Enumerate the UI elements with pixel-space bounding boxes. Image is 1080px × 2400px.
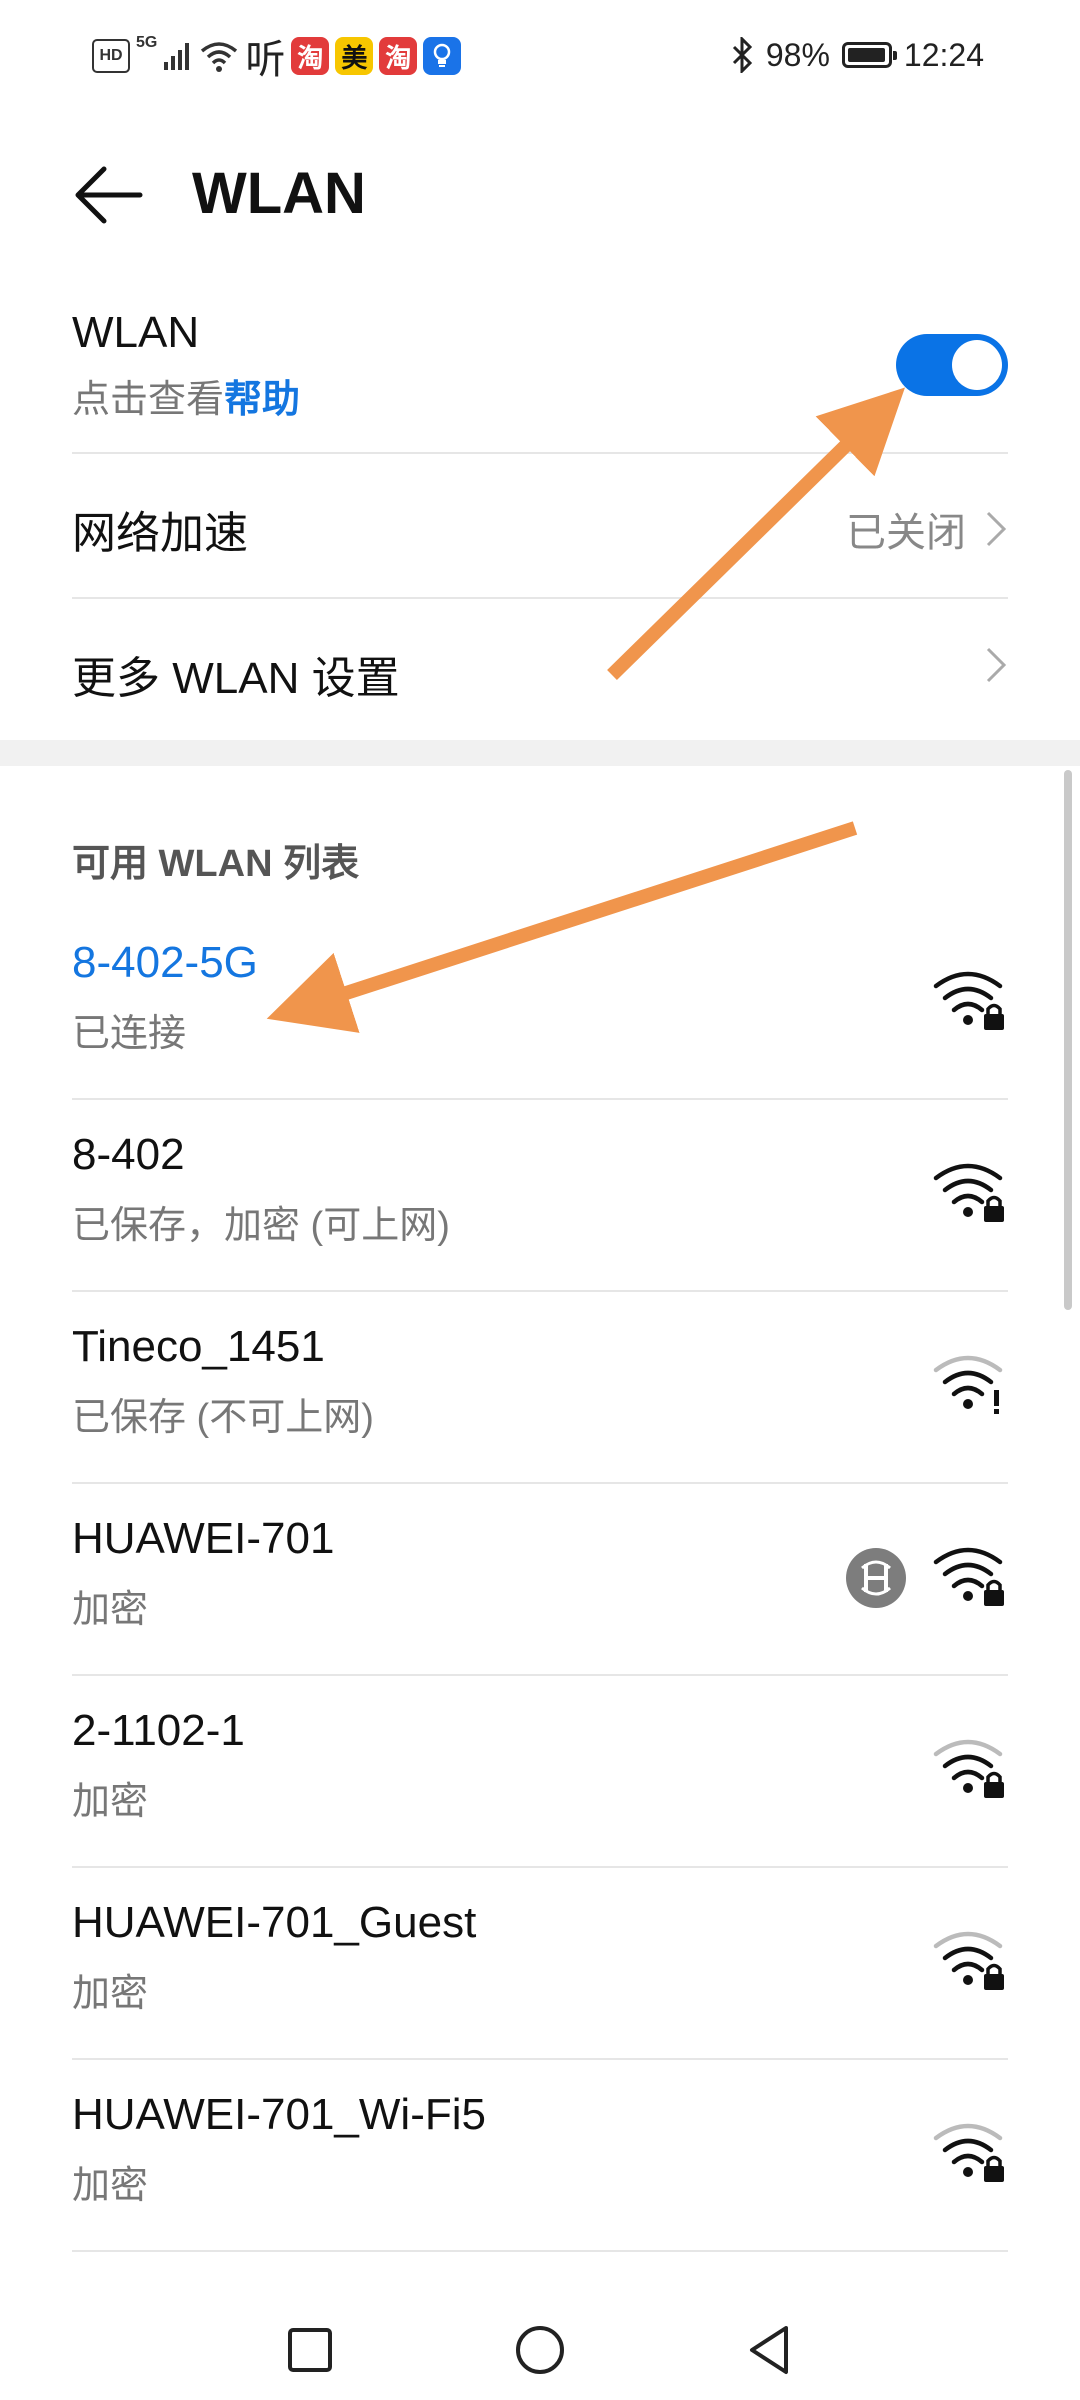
switch-knob <box>952 340 1002 390</box>
network-status: 加密 <box>72 2165 149 2207</box>
network-name: 8-402 <box>72 1130 185 1179</box>
network-name: HUAWEI-701_Guest <box>72 1898 477 1947</box>
status-bar: HD 5G 听 淘 美 淘 98% 12:24 <box>0 0 1080 110</box>
network-status: 加密 <box>72 1973 149 2015</box>
hd-badge: HD <box>92 39 130 73</box>
network-name: 8-402-5G <box>72 938 258 987</box>
navigation-bar <box>0 2290 1080 2400</box>
hilink-icon <box>846 1548 906 1608</box>
network-row[interactable]: 2-1102-1 加密 <box>72 1678 1008 1868</box>
network-row[interactable]: 8-402-5G 已连接 <box>72 910 1008 1100</box>
network-row[interactable]: HUAWEI-701_Guest 加密 <box>72 1870 1008 2060</box>
wifi-lock-icon <box>933 1163 1004 1222</box>
home-button[interactable] <box>510 2320 570 2380</box>
network-accel-value-group[interactable]: 已关闭 <box>846 500 1008 558</box>
header: WLAN <box>0 130 1080 260</box>
network-accel-value: 已关闭 <box>846 511 966 555</box>
wifi-lock-icon <box>933 2123 1004 2182</box>
divider <box>72 1674 1008 1676</box>
network-status: 已保存 (不可上网) <box>72 1397 374 1439</box>
scrollbar[interactable] <box>1064 770 1072 1310</box>
divider <box>72 1290 1008 1292</box>
divider <box>72 452 1008 454</box>
network-type: 5G <box>136 34 158 51</box>
network-row[interactable]: HUAWEI-701 加密 <box>72 1486 1008 1676</box>
listen-app-icon: 听 <box>245 38 286 82</box>
divider <box>72 1866 1008 1868</box>
wlan-label: WLAN <box>72 308 200 357</box>
divider <box>72 597 1008 599</box>
status-bar-left: HD 5G 听 淘 美 淘 <box>92 32 462 82</box>
divider <box>72 1482 1008 1484</box>
network-status: 已连接 <box>72 1013 187 1055</box>
chevron-right-icon <box>986 511 1007 547</box>
network-row[interactable]: 8-402 已保存，加密 (可上网) <box>72 1102 1008 1292</box>
network-name: HUAWEI-701_Wi-Fi5 <box>72 2090 486 2139</box>
divider <box>72 2250 1008 2252</box>
wlan-toggle-row[interactable]: WLAN 点击查看帮助 <box>72 308 1008 423</box>
network-name: HUAWEI-701 <box>72 1514 335 1563</box>
wifi-lock-icon <box>933 1931 1004 1990</box>
battery-percent: 98% <box>765 36 830 73</box>
wlan-switch[interactable] <box>896 334 1008 396</box>
wifi-warning-icon <box>933 1355 1003 1414</box>
help-link[interactable]: 帮助 <box>224 379 300 421</box>
wifi-lock-icon <box>933 1547 1004 1606</box>
cell-signal-icon <box>164 43 190 70</box>
app-glyph: 美 <box>341 42 368 73</box>
network-status: 已保存，加密 (可上网) <box>72 1205 450 1247</box>
section-gap <box>0 740 1080 766</box>
bluetooth-icon <box>732 37 752 73</box>
page-title: WLAN <box>192 161 366 226</box>
taobao-icon: 淘 <box>291 37 330 75</box>
more-settings-chevron-group[interactable] <box>984 645 1008 685</box>
divider <box>72 2058 1008 2060</box>
taobao-icon: 淘 <box>379 37 418 75</box>
wifi-status-icon <box>201 42 238 72</box>
available-list-title: 可用 WLAN 列表 <box>72 843 360 885</box>
network-name: 2-1102-1 <box>72 1706 245 1755</box>
network-status: 加密 <box>72 1589 149 1631</box>
more-settings-label: 更多 WLAN 设置 <box>72 654 400 703</box>
recent-apps-button[interactable] <box>280 2320 340 2380</box>
battery-icon <box>841 42 897 68</box>
back-button[interactable] <box>740 2320 800 2380</box>
wlan-help-text: 点击查看帮助 <box>72 368 1008 423</box>
wifi-lock-icon <box>933 971 1004 1030</box>
app-glyph: 淘 <box>385 42 412 73</box>
help-prefix: 点击查看 <box>72 379 225 421</box>
meituan-icon: 美 <box>335 37 374 75</box>
lightbulb-app-icon <box>423 37 462 75</box>
back-arrow-icon[interactable] <box>70 155 150 235</box>
battery-fill <box>847 48 886 62</box>
network-row[interactable]: HUAWEI-701_Wi-Fi5 加密 <box>72 2062 1008 2252</box>
network-status: 加密 <box>72 1781 149 1823</box>
chevron-right-icon <box>986 647 1007 683</box>
divider <box>72 1098 1008 1100</box>
wifi-lock-icon <box>933 1739 1004 1798</box>
more-wlan-settings-row[interactable]: 更多 WLAN 设置 <box>72 642 1008 706</box>
app-glyph: 淘 <box>297 42 324 73</box>
network-name: Tineco_1451 <box>72 1322 325 1371</box>
network-row[interactable]: Tineco_1451 已保存 (不可上网) <box>72 1294 1008 1484</box>
clock: 12:24 <box>903 36 984 73</box>
status-bar-right: 98% 12:24 <box>730 30 984 80</box>
